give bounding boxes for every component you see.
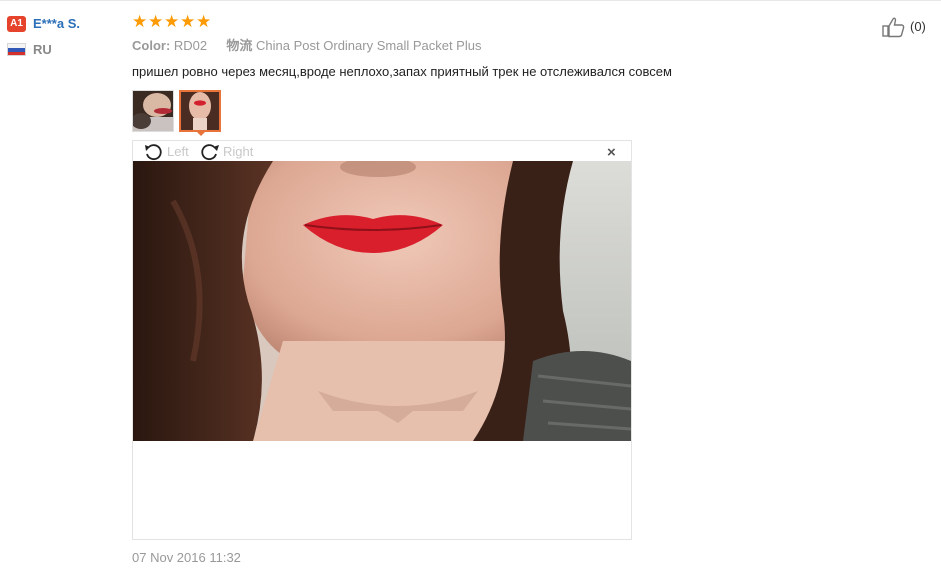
color-value: RD02 <box>173 38 208 53</box>
reviewer-name[interactable]: E***a S. <box>33 16 80 32</box>
rotate-left-label: Left <box>167 144 189 159</box>
review-text: пришел ровно через месяц,вроде неплохо,з… <box>132 64 672 79</box>
rotate-left-icon <box>145 144 162 161</box>
star-rating: ★ ★ ★ ★ ★ <box>132 12 212 32</box>
helpful-button[interactable]: (0) <box>882 16 926 38</box>
review-date: 07 Nov 2016 11:32 <box>132 550 241 565</box>
country-flag-icon <box>7 43 26 56</box>
photo-thumbnail-1[interactable] <box>132 90 174 132</box>
star-icon: ★ <box>164 12 180 32</box>
thumbnail-image <box>133 91 173 131</box>
photo-thumbnails <box>132 90 221 132</box>
photo-viewer: Left Right × <box>132 140 632 540</box>
star-icon: ★ <box>132 12 148 32</box>
star-icon: ★ <box>180 12 196 32</box>
close-viewer-button[interactable]: × <box>607 144 616 162</box>
rotate-right-button[interactable]: Right <box>199 142 253 162</box>
rotate-right-label: Right <box>223 144 254 159</box>
rotate-right-icon <box>201 144 219 161</box>
rotate-left-button[interactable]: Left <box>143 142 189 162</box>
star-icon: ★ <box>148 12 164 32</box>
photo-thumbnail-2[interactable] <box>179 90 221 132</box>
buyer-level-badge: A1 <box>7 16 26 32</box>
review-photo-image <box>133 161 631 441</box>
helpful-count: (0) <box>910 19 926 34</box>
thumbnail-image <box>181 92 219 130</box>
shipping-value: China Post Ordinary Small Packet Plus <box>256 38 482 53</box>
selected-thumbnail-pointer <box>195 130 207 136</box>
thumbs-up-icon <box>882 17 905 38</box>
review-photo <box>133 161 631 441</box>
star-icon: ★ <box>196 12 212 32</box>
top-divider <box>0 0 941 1</box>
reviewer-country: RU <box>33 42 52 57</box>
order-meta: Color: RD02 物流 China Post Ordinary Small… <box>132 38 481 54</box>
shipping-label: 物流 <box>226 38 253 53</box>
color-label: Color: <box>132 38 171 53</box>
